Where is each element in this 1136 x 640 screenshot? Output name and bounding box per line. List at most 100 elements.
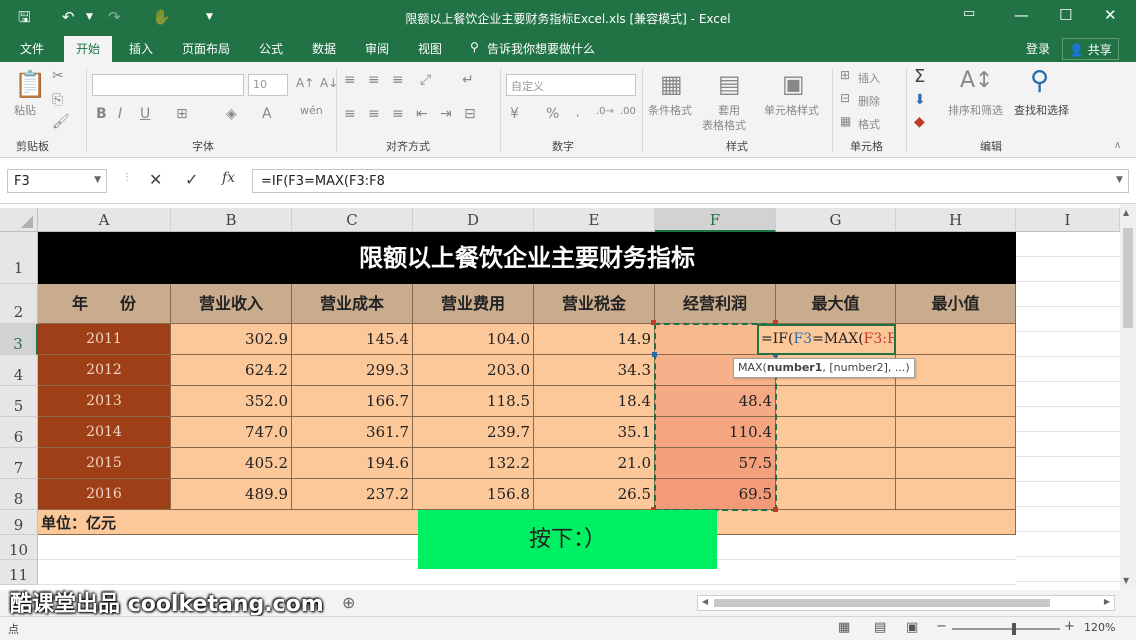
align-right-icon[interactable]: ≡ (392, 106, 404, 122)
scroll-down-icon[interactable]: ▼ (1123, 576, 1129, 585)
max-cell[interactable] (776, 417, 896, 448)
find-select-icon[interactable]: ⚲ (1030, 66, 1049, 96)
column-header-g[interactable]: G (776, 208, 896, 232)
borders-icon[interactable]: ⊞ (176, 106, 188, 122)
row-header-11[interactable]: 11 (0, 560, 38, 585)
tab-file[interactable]: 文件 (20, 40, 44, 57)
min-cell[interactable] (896, 417, 1016, 448)
year-cell[interactable]: 2016 (38, 479, 171, 510)
zoom-thumb[interactable] (1012, 623, 1016, 635)
increase-font-icon[interactable]: A↑ (296, 76, 314, 90)
align-top-icon[interactable]: ≡ (344, 72, 356, 88)
row-header-5[interactable]: 5 (0, 386, 38, 417)
cost-cell[interactable]: 361.7 (292, 417, 413, 448)
table-format-button-line1[interactable]: 套用 (718, 102, 740, 118)
add-sheet-icon[interactable]: ⊕ (342, 593, 355, 612)
scroll-right-icon[interactable]: ▶ (1104, 597, 1110, 606)
sign-in-link[interactable]: 登录 (1026, 40, 1050, 57)
number-format-select[interactable]: 自定义 (506, 74, 636, 96)
tab-page-layout[interactable]: 页面布局 (182, 40, 230, 57)
min-cell[interactable] (896, 479, 1016, 510)
column-header-d[interactable]: D (413, 208, 534, 232)
column-header-b[interactable]: B (171, 208, 292, 232)
cost-cell[interactable]: 166.7 (292, 386, 413, 417)
paste-button[interactable]: 粘贴 (14, 102, 36, 118)
column-header-i[interactable]: I (1016, 208, 1120, 232)
tab-view[interactable]: 视图 (418, 40, 442, 57)
delete-cells-button[interactable]: 删除 (858, 93, 880, 109)
tax-cell[interactable]: 34.3 (534, 355, 655, 386)
range-handle[interactable] (773, 507, 778, 512)
enter-check-icon[interactable]: ✓ (185, 170, 198, 189)
expand-formula-icon[interactable]: ▼ (1116, 175, 1123, 185)
row-header-1[interactable]: 1 (0, 232, 38, 284)
font-size-select[interactable]: 10 (248, 74, 288, 96)
tab-formulas[interactable]: 公式 (259, 40, 283, 57)
tell-me-search[interactable]: 告诉我你想要做什么 (487, 40, 595, 57)
year-cell[interactable]: 2012 (38, 355, 171, 386)
collapse-ribbon-icon[interactable]: ∧ (1114, 140, 1121, 151)
h-scroll-thumb[interactable] (714, 599, 1050, 607)
row-header-8[interactable]: 8 (0, 479, 38, 510)
page-break-view-icon[interactable]: ▣ (906, 620, 918, 635)
tax-cell[interactable]: 26.5 (534, 479, 655, 510)
tab-home[interactable]: 开始 (64, 36, 113, 62)
minimize-icon[interactable]: — (1014, 6, 1029, 24)
min-cell[interactable] (896, 324, 1016, 355)
revenue-cell[interactable]: 405.2 (171, 448, 292, 479)
align-middle-icon[interactable]: ≡ (368, 72, 380, 88)
tax-cell[interactable]: 21.0 (534, 448, 655, 479)
table-format-button-line2[interactable]: 表格格式 (702, 117, 746, 133)
normal-view-icon[interactable]: ▦ (838, 620, 850, 635)
year-cell[interactable]: 2015 (38, 448, 171, 479)
expense-cell[interactable]: 156.8 (413, 479, 534, 510)
formula-input[interactable]: =IF(F3=MAX(F3:F8 (252, 169, 1129, 193)
tab-insert[interactable]: 插入 (129, 40, 153, 57)
drag-handle-icon[interactable]: ⋮ (122, 172, 132, 183)
conditional-format-icon[interactable]: ▦ (660, 70, 683, 98)
zoom-slider[interactable] (952, 628, 1060, 630)
header-max[interactable]: 最大值 (776, 284, 896, 324)
sort-filter-icon[interactable]: A↕ (960, 68, 993, 93)
italic-icon[interactable]: I (118, 106, 122, 122)
row-header-3[interactable]: 3 (0, 324, 38, 355)
orientation-icon[interactable]: ⤢ (420, 72, 431, 88)
revenue-cell[interactable]: 489.9 (171, 479, 292, 510)
comma-style-icon[interactable]: , (576, 106, 580, 119)
table-format-icon[interactable]: ▤ (718, 70, 741, 98)
fill-color-icon[interactable]: ◈ (226, 106, 237, 122)
zoom-level[interactable]: 120% (1084, 621, 1115, 634)
cancel-icon[interactable]: ✕ (149, 170, 162, 189)
scroll-left-icon[interactable]: ◀ (702, 597, 708, 606)
currency-icon[interactable]: ¥ (510, 106, 519, 122)
conditional-format-button[interactable]: 条件格式 (648, 102, 692, 118)
cut-icon[interactable]: ✂ (52, 68, 64, 84)
font-name-select[interactable] (92, 74, 244, 96)
merge-center-icon[interactable]: ⊟ (464, 106, 476, 122)
scroll-thumb[interactable] (1123, 228, 1133, 328)
min-cell[interactable] (896, 386, 1016, 417)
revenue-cell[interactable]: 747.0 (171, 417, 292, 448)
expense-cell[interactable]: 132.2 (413, 448, 534, 479)
align-center-icon[interactable]: ≡ (368, 106, 380, 122)
sheet-title[interactable]: 限额以上餐饮企业主要财务指标 (38, 232, 1016, 284)
column-header-c[interactable]: C (292, 208, 413, 232)
zoom-out-icon[interactable]: − (936, 619, 947, 634)
header-revenue[interactable]: 营业收入 (171, 284, 292, 324)
copy-icon[interactable]: ⎘ (52, 92, 63, 108)
insert-cells-icon[interactable]: ⊞ (840, 68, 850, 82)
percent-icon[interactable]: % (546, 106, 559, 122)
format-painter-icon[interactable]: 🖌 (52, 114, 70, 130)
cost-cell[interactable]: 299.3 (292, 355, 413, 386)
decrease-indent-icon[interactable]: ⇤ (416, 106, 428, 122)
cell-styles-button[interactable]: 单元格样式 (764, 102, 819, 118)
row-header-2[interactable]: 2 (0, 284, 38, 324)
max-cell[interactable] (776, 479, 896, 510)
fill-icon[interactable]: ⬇ (914, 92, 926, 108)
expense-cell[interactable]: 118.5 (413, 386, 534, 417)
header-year[interactable]: 年 份 (38, 284, 171, 324)
column-header-e[interactable]: E (534, 208, 655, 232)
year-cell[interactable]: 2011 (38, 324, 171, 355)
insert-cells-button[interactable]: 插入 (858, 70, 880, 86)
delete-cells-icon[interactable]: ⊟ (840, 91, 850, 105)
